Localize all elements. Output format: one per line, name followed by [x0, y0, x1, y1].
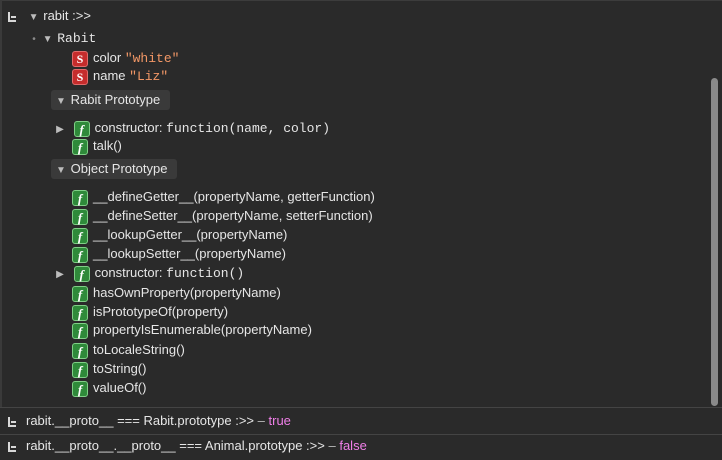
console-message-row[interactable]: rabit.__proto__.__proto__ === Animal.pro… — [0, 435, 722, 457]
divider — [0, 407, 722, 408]
function-icon: f — [72, 322, 88, 339]
root-row[interactable]: ▼ rabit :>> — [8, 7, 91, 25]
prototype-member-row[interactable]: f toString() — [72, 360, 146, 378]
prototype-member-row[interactable]: f isPrototypeOf(property) — [72, 303, 228, 321]
property-key: color — [93, 50, 122, 65]
disclosure-closed-icon[interactable]: ▶ — [54, 121, 66, 139]
top-border — [0, 0, 722, 1]
prototype-member-row[interactable]: ▶ f constructor: function() — [54, 264, 244, 282]
function-icon: f — [72, 342, 88, 359]
function-icon: f — [72, 189, 88, 206]
object-prototype-header[interactable]: ▼ Object Prototype — [51, 159, 178, 181]
function-icon: f — [73, 265, 90, 282]
prototype-member-row[interactable]: f __lookupSetter__(propertyName) — [72, 245, 286, 263]
disclosure-open-icon[interactable]: ▼ — [42, 31, 54, 49]
member-signature: function() — [166, 266, 245, 281]
rabit-prototype-header[interactable]: ▼ Rabit Prototype — [51, 90, 171, 112]
prototype-member-row[interactable]: f toLocaleString() — [72, 341, 185, 359]
console-message-row[interactable]: rabit.__proto__ === Rabit.prototype :>> … — [0, 410, 722, 432]
property-row[interactable]: Sname "Liz" — [72, 67, 168, 85]
function-icon: f — [72, 138, 88, 155]
string-property-icon: S — [72, 50, 88, 67]
prototype-member-row[interactable]: f __defineGetter__(propertyName, getterFu… — [72, 188, 375, 206]
function-icon: f — [72, 380, 88, 397]
member-signature: function(name, color) — [166, 121, 330, 136]
vertical-scrollbar[interactable] — [711, 78, 718, 406]
section-title: Rabit Prototype — [70, 92, 161, 107]
disclosure-open-icon[interactable]: ▼ — [55, 161, 67, 181]
property-key: name — [93, 68, 126, 83]
property-row[interactable]: Scolor "white" — [72, 49, 179, 67]
member-name: isPrototypeOf(property) — [93, 304, 229, 319]
log-level-icon — [8, 441, 18, 452]
boolean-result: true — [268, 413, 291, 428]
member-name: toString() — [93, 361, 147, 376]
member-name: __defineGetter__(propertyName, getterFun… — [93, 189, 375, 204]
member-name: hasOwnProperty(propertyName) — [93, 285, 281, 300]
string-property-icon: S — [72, 68, 88, 85]
function-icon: f — [72, 246, 88, 263]
prototype-member-row[interactable]: f talk() — [72, 137, 122, 155]
member-name: propertyIsEnumerable(propertyName) — [93, 322, 312, 337]
member-name: __lookupSetter__(propertyName) — [93, 246, 286, 261]
member-name: valueOf() — [93, 380, 147, 395]
left-gutter — [0, 0, 2, 408]
log-level-icon — [8, 416, 18, 427]
separator-dash: – — [257, 413, 265, 428]
boolean-result: false — [339, 438, 367, 453]
member-name: talk() — [93, 138, 122, 153]
property-value: "Liz" — [129, 69, 169, 84]
prototype-member-row[interactable]: f __lookupGetter__(propertyName) — [72, 226, 287, 244]
function-icon: f — [72, 285, 88, 302]
prototype-member-row[interactable]: f hasOwnProperty(propertyName) — [72, 284, 281, 302]
disclosure-closed-icon[interactable]: ▶ — [54, 266, 66, 284]
section-title: Object Prototype — [70, 161, 168, 176]
root-label: rabit :>> — [43, 8, 91, 23]
disclosure-open-icon[interactable]: ▼ — [55, 92, 67, 112]
object-row[interactable]: • ▼ Rabit — [30, 29, 96, 47]
function-icon: f — [72, 227, 88, 244]
disclosure-open-icon[interactable]: ▼ — [28, 9, 40, 27]
property-value: "white" — [124, 51, 180, 66]
prototype-member-row[interactable]: f valueOf() — [72, 379, 146, 397]
member-name: constructor: — [94, 265, 163, 280]
bullet-icon: • — [32, 34, 36, 45]
console-object-inspector: ▼ rabit :>> • ▼ Rabit Scolor "white" Sna… — [0, 0, 722, 460]
console-expression: rabit.__proto__.__proto__ === Animal.pro… — [26, 438, 325, 453]
log-level-icon — [8, 11, 18, 22]
function-icon: f — [72, 361, 88, 378]
member-name: toLocaleString() — [93, 342, 185, 357]
function-icon: f — [72, 208, 88, 225]
prototype-member-row[interactable]: f __defineSetter__(propertyName, setterFu… — [72, 207, 373, 225]
member-name: __lookupGetter__(propertyName) — [93, 227, 288, 242]
object-class-name: Rabit — [57, 31, 97, 46]
prototype-member-row[interactable]: ▶ f constructor: function(name, color) — [54, 119, 330, 137]
member-name: constructor: — [94, 120, 163, 135]
member-name: __defineSetter__(propertyName, setterFun… — [93, 208, 373, 223]
function-icon: f — [72, 304, 88, 321]
separator-dash: – — [328, 438, 336, 453]
console-expression: rabit.__proto__ === Rabit.prototype :>> — [26, 413, 255, 428]
function-icon: f — [73, 120, 90, 137]
prototype-member-row[interactable]: f propertyIsEnumerable(propertyName) — [72, 321, 312, 339]
